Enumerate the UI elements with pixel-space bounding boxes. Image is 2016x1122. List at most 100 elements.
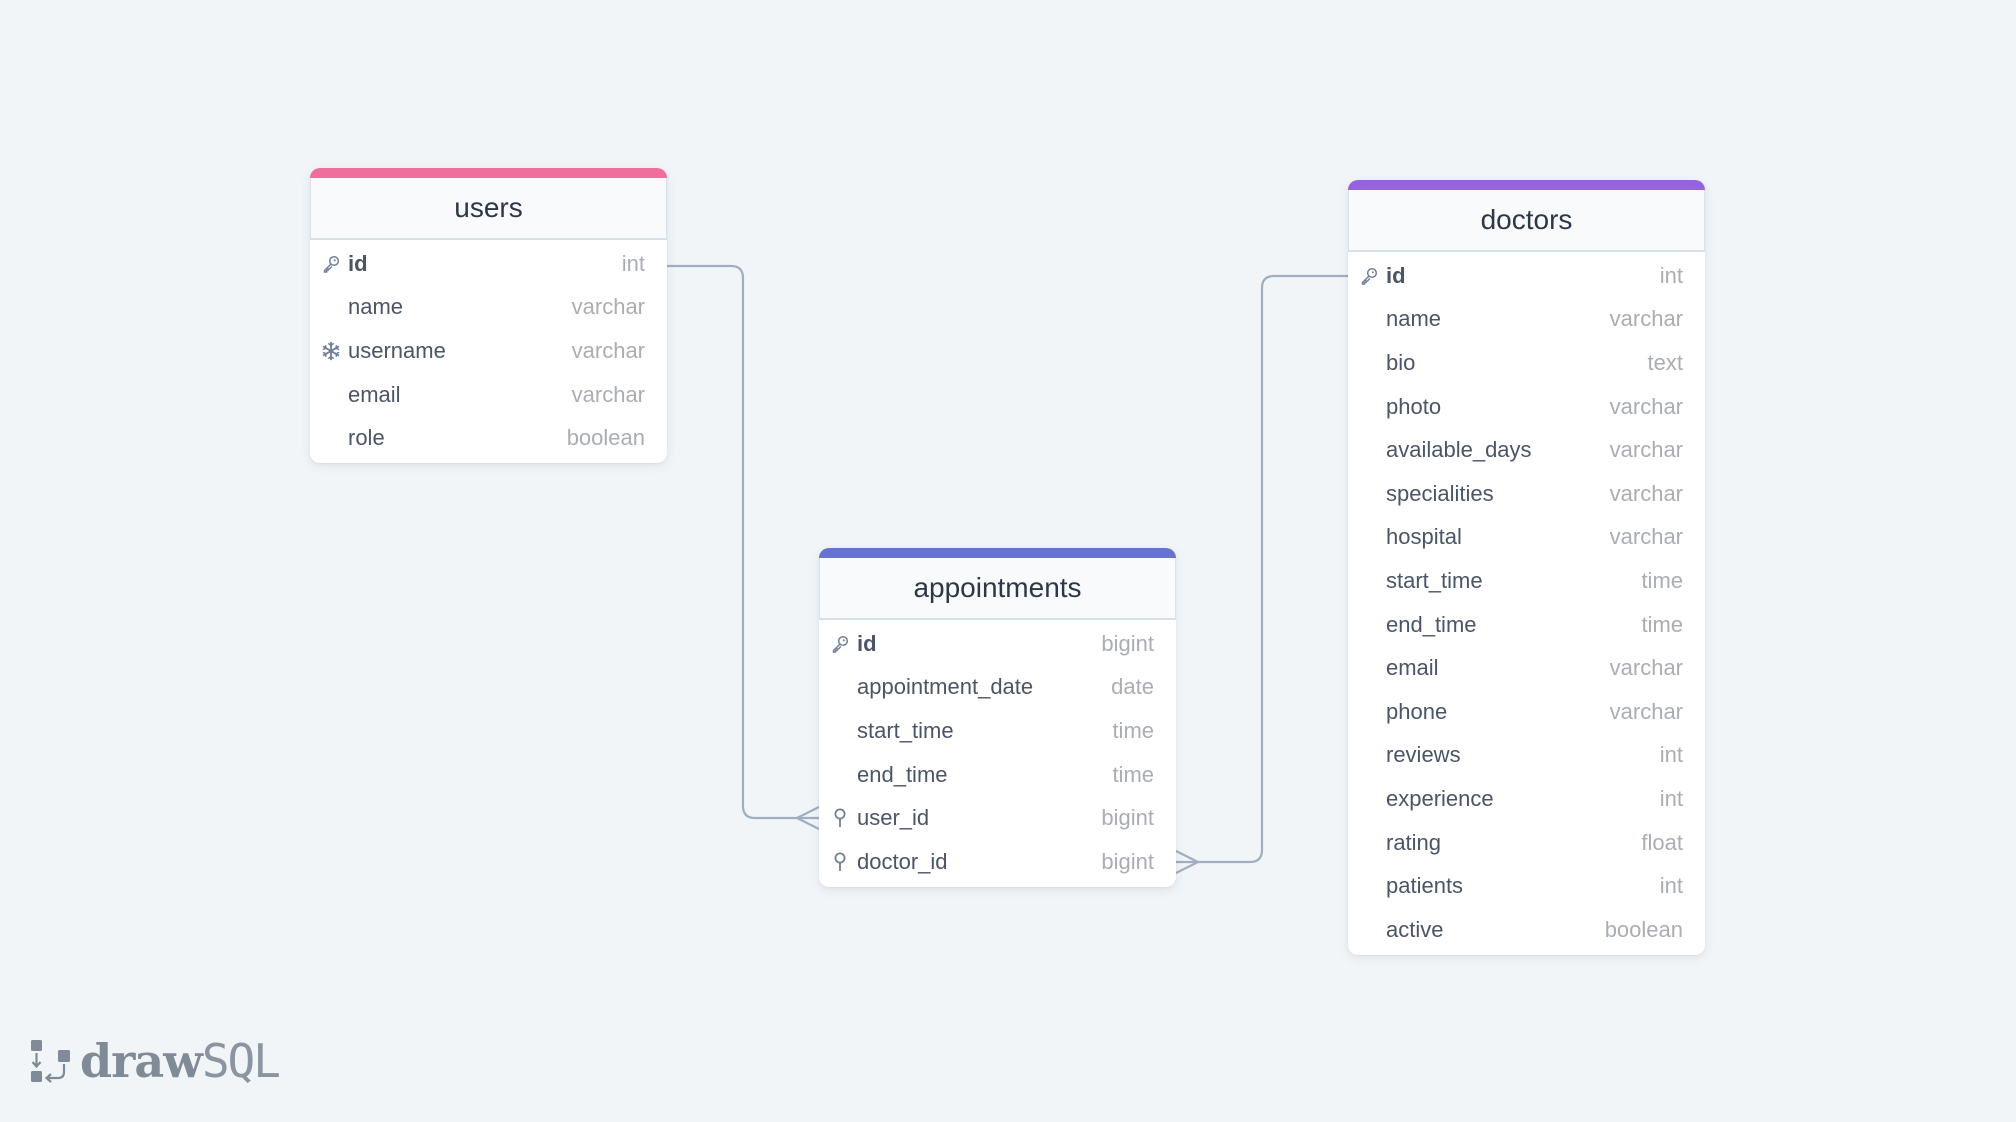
column-name: id [348,250,368,276]
column-type: varchar [571,381,645,407]
column-row-name[interactable]: name varchar [1348,298,1705,342]
column-row-rating[interactable]: rating float [1348,821,1705,865]
column-list: id int name varchar username varchar email varc… [310,240,667,463]
column-row-appointment-date[interactable]: appointment_date date [819,666,1176,710]
column-row-id[interactable]: id bigint [819,622,1176,666]
column-type: time [1112,761,1154,787]
table-title[interactable]: doctors [1348,190,1705,252]
column-name: appointment_date [857,674,1034,700]
column-name: start_time [1386,567,1483,593]
column-name: specialities [1386,480,1494,506]
column-row-hospital[interactable]: hospital varchar [1348,516,1705,560]
column-type: int [1659,262,1683,288]
column-name: doctor_id [857,848,948,874]
key-icon [1359,266,1379,286]
logo-text-sql: SQL [201,1034,281,1088]
column-row-name[interactable]: name varchar [310,286,667,330]
column-name: bio [1386,349,1416,375]
column-name: username [348,337,446,363]
connector-line[interactable] [667,264,819,820]
crows-foot-many-icon [794,806,820,830]
column-name: photo [1386,393,1442,419]
column-type: time [1112,717,1154,743]
column-row-id[interactable]: id int [1348,254,1705,298]
pin-icon [830,852,850,872]
table-color-bar [310,168,667,178]
column-type: int [1659,785,1683,811]
column-name: user_id [857,805,930,831]
table-appointments[interactable]: appointments id bigint appointment_date dat… [819,548,1176,887]
relationship-users-appointments[interactable] [667,264,820,830]
column-name: end_time [857,761,948,787]
column-type: float [1641,829,1683,855]
snowflake-icon [321,341,341,361]
column-type: boolean [566,425,645,451]
column-name: role [348,425,385,451]
diagram-canvas[interactable]: users id int name varchar username varchar ema… [0,0,2016,1122]
column-name: id [857,630,877,656]
column-row-end-time[interactable]: end_time time [819,753,1176,797]
column-type: varchar [1609,393,1683,419]
column-name: email [1386,655,1439,681]
column-name: rating [1386,829,1442,855]
column-name: reviews [1386,742,1461,768]
column-name: available_days [1386,437,1532,463]
column-type: bigint [1101,805,1154,831]
column-row-specialities[interactable]: specialities varchar [1348,472,1705,516]
table-title[interactable]: users [310,178,667,240]
column-type: int [621,250,645,276]
column-row-bio[interactable]: bio text [1348,341,1705,385]
column-type: time [1641,567,1683,593]
column-row-doctor-id[interactable]: doctor_id bigint [819,840,1176,884]
column-row-start-time[interactable]: start_time time [1348,559,1705,603]
column-row-role[interactable]: role boolean [310,416,667,460]
drawsql-logo-icon [31,1040,70,1083]
column-row-email[interactable]: email varchar [1348,646,1705,690]
column-type: bigint [1101,630,1154,656]
column-row-user-id[interactable]: user_id bigint [819,796,1176,840]
column-type: varchar [1609,437,1683,463]
pin-icon [830,808,850,828]
relationship-doctors-appointments[interactable] [1175,274,1348,874]
column-type: varchar [1609,480,1683,506]
column-type: date [1111,674,1154,700]
column-type: bigint [1101,848,1154,874]
column-name: id [1386,262,1406,288]
column-list: id int name varchar bio text photo varchar avail… [1348,252,1705,955]
key-icon [321,254,341,274]
column-name: start_time [857,717,954,743]
column-name: email [348,381,401,407]
logo-text-draw: draw [80,1034,203,1088]
column-row-email[interactable]: email varchar [310,373,667,417]
column-row-start-time[interactable]: start_time time [819,709,1176,753]
column-type: varchar [1609,655,1683,681]
column-list: id bigint appointment_date date start_time ti… [819,620,1176,887]
column-type: varchar [571,294,645,320]
column-type: varchar [1609,524,1683,550]
column-type: time [1641,611,1683,637]
column-row-experience[interactable]: experience int [1348,777,1705,821]
column-row-photo[interactable]: photo varchar [1348,385,1705,429]
column-type: int [1659,742,1683,768]
key-icon [830,634,850,654]
column-row-patients[interactable]: patients int [1348,864,1705,908]
table-color-bar [1348,180,1705,190]
table-doctors[interactable]: doctors id int name varchar bio text photo varc… [1348,180,1705,955]
column-row-active[interactable]: active boolean [1348,908,1705,952]
column-row-reviews[interactable]: reviews int [1348,734,1705,778]
column-type: int [1659,873,1683,899]
column-type: text [1647,349,1683,375]
column-name: name [1386,306,1442,332]
column-row-id[interactable]: id int [310,242,667,286]
column-row-username[interactable]: username varchar [310,329,667,373]
column-row-available-days[interactable]: available_days varchar [1348,428,1705,472]
column-row-phone[interactable]: phone varchar [1348,690,1705,734]
column-type: varchar [571,337,645,363]
column-name: patients [1386,873,1464,899]
column-row-end-time[interactable]: end_time time [1348,603,1705,647]
column-type: boolean [1604,916,1683,942]
table-title[interactable]: appointments [819,558,1176,620]
table-color-bar [819,548,1176,558]
connector-line[interactable] [1176,274,1348,864]
table-users[interactable]: users id int name varchar username varchar ema… [310,168,667,463]
